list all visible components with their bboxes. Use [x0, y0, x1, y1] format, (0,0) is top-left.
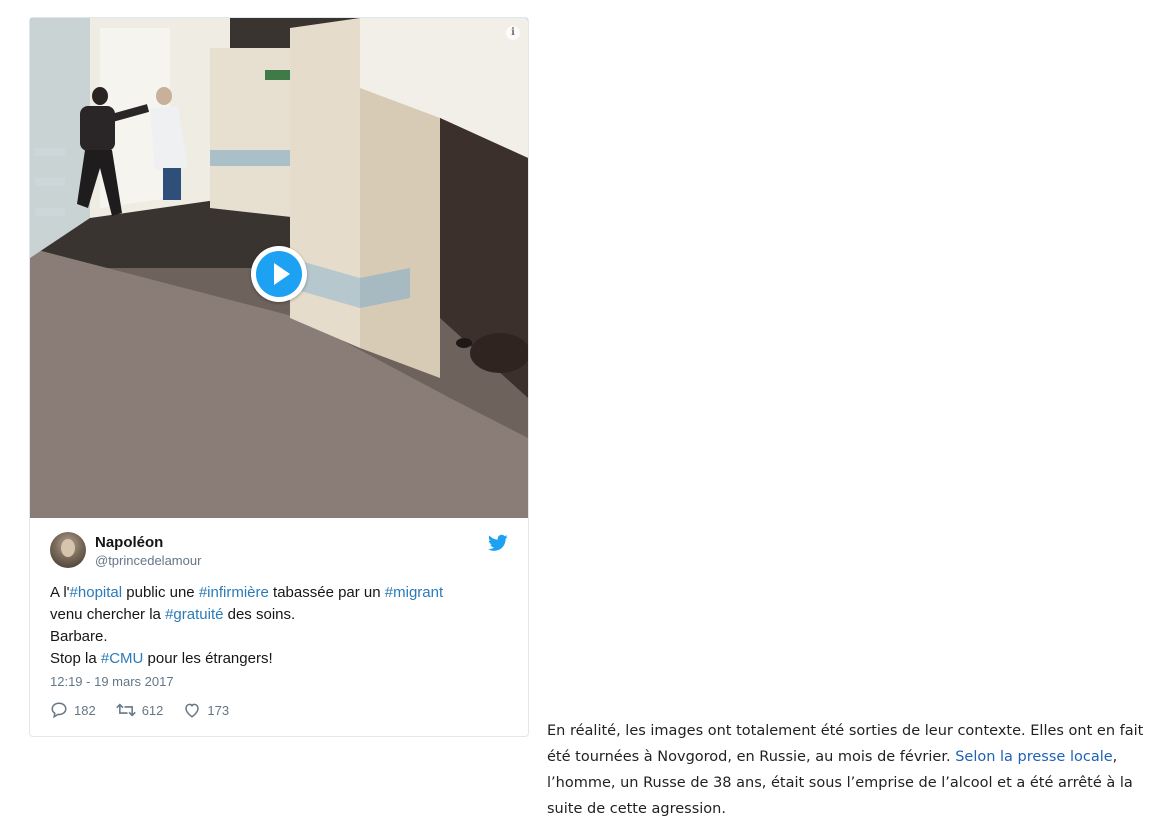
tweet-text-segment: venu chercher la — [50, 606, 166, 623]
video-thumbnail[interactable]: i — [30, 18, 528, 518]
hashtag-hopital[interactable]: #hopital — [70, 584, 123, 601]
play-button[interactable] — [251, 246, 307, 302]
reply-icon — [51, 702, 67, 719]
retweet-count: 612 — [141, 702, 164, 718]
like-count: 173 — [207, 702, 230, 718]
article-paragraph: En réalité, les images ont totalement ét… — [547, 718, 1159, 822]
author-handle[interactable]: @tprincedelamour — [95, 553, 201, 568]
author-name[interactable]: Napoléon — [95, 534, 163, 551]
embedded-tweet: i Napoléon @tprincedelamour A l'#hopital… — [29, 17, 529, 737]
retweet-icon — [115, 703, 136, 717]
tweet-line-1: A l'#hopital public une #infirmière taba… — [50, 582, 508, 604]
tweet-text-segment: Stop la — [50, 650, 101, 667]
tweet-text-segment: tabassée par un — [268, 584, 385, 601]
tweet-text: A l'#hopital public une #infirmière taba… — [50, 582, 508, 670]
tweet-text-segment: des soins. — [223, 606, 296, 623]
tweet-line-4: Stop la #CMU pour les étrangers! — [50, 648, 508, 670]
tweet-line-3: Barbare. — [50, 628, 108, 645]
heart-icon — [185, 703, 200, 718]
tweet-text-segment: public une — [122, 584, 199, 601]
source-link[interactable]: Selon la presse locale — [955, 749, 1112, 765]
hashtag-migrant[interactable]: #migrant — [385, 584, 443, 601]
like-button[interactable]: 173 — [183, 701, 229, 719]
hashtag-gratuite[interactable]: #gratuité — [165, 606, 223, 623]
reply-button[interactable]: 182 — [50, 701, 96, 719]
tweet-text-segment: pour les étrangers! — [143, 650, 273, 667]
tweet-line-2: venu chercher la #gratuité des soins. — [50, 604, 508, 626]
play-icon — [256, 251, 302, 297]
retweet-button[interactable]: 612 — [115, 701, 164, 719]
tweet-actions: 182 612 173 — [50, 701, 508, 719]
info-icon[interactable]: i — [506, 26, 520, 40]
reply-count: 182 — [74, 702, 96, 718]
tweet-text-segment: A l' — [50, 584, 70, 601]
hashtag-cmu[interactable]: #CMU — [101, 650, 144, 667]
tweet-timestamp[interactable]: 12:19 - 19 mars 2017 — [50, 674, 508, 689]
hashtag-infirmiere[interactable]: #infirmière — [199, 584, 269, 601]
twitter-bird-icon[interactable] — [488, 534, 508, 552]
author-avatar[interactable] — [50, 532, 86, 568]
